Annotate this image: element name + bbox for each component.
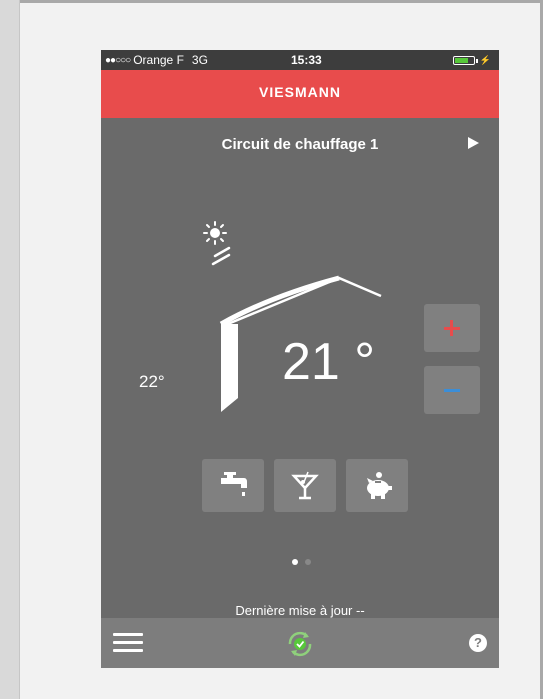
party-mode-button[interactable]	[274, 459, 336, 512]
brand-header: VIESMANN	[101, 70, 499, 118]
piggy-bank-icon	[367, 472, 392, 499]
room-temperature: 21 °	[282, 333, 376, 391]
status-left: ●●○○○ Orange F 3G	[105, 53, 208, 67]
increase-temperature-button[interactable]	[424, 304, 480, 352]
sync-check-icon[interactable]	[285, 629, 315, 659]
eco-mode-button[interactable]	[346, 459, 408, 512]
bottom-toolbar: ?	[101, 618, 499, 668]
help-icon[interactable]: ?	[469, 634, 487, 652]
battery-icon: ⚡	[452, 55, 491, 66]
minus-icon	[444, 389, 460, 392]
page-dot[interactable]	[292, 559, 298, 565]
cocktail-icon	[291, 471, 319, 500]
left-strip	[0, 0, 20, 699]
page-dot[interactable]	[305, 559, 311, 565]
network-type: 3G	[191, 53, 208, 67]
hot-water-mode-button[interactable]	[202, 459, 264, 512]
decrease-temperature-button[interactable]	[424, 366, 480, 414]
outside-temperature: 22°	[139, 372, 165, 391]
status-time: 15:33	[291, 53, 322, 67]
carrier-name: Orange F	[133, 53, 184, 67]
phone-screen: ●●○○○ Orange F 3G 15:33 ⚡ VIESMANN Circu…	[101, 50, 499, 668]
signal-strength-icon: ●●○○○	[105, 54, 131, 66]
sun-weather-icon	[203, 221, 231, 266]
viessmann-logo: VIESMANN	[259, 84, 341, 100]
last-update-text: Dernière mise à jour --	[235, 603, 365, 618]
faucet-icon	[221, 472, 247, 496]
page-indicator	[292, 559, 318, 565]
circuit-title: Circuit de chauffage 1	[221, 136, 379, 153]
status-bar: ●●○○○ Orange F 3G 15:33 ⚡	[101, 50, 499, 70]
hamburger-icon[interactable]	[113, 631, 143, 655]
bolt-icon: ⚡	[479, 55, 491, 65]
next-circuit-arrow-icon[interactable]	[468, 137, 479, 149]
